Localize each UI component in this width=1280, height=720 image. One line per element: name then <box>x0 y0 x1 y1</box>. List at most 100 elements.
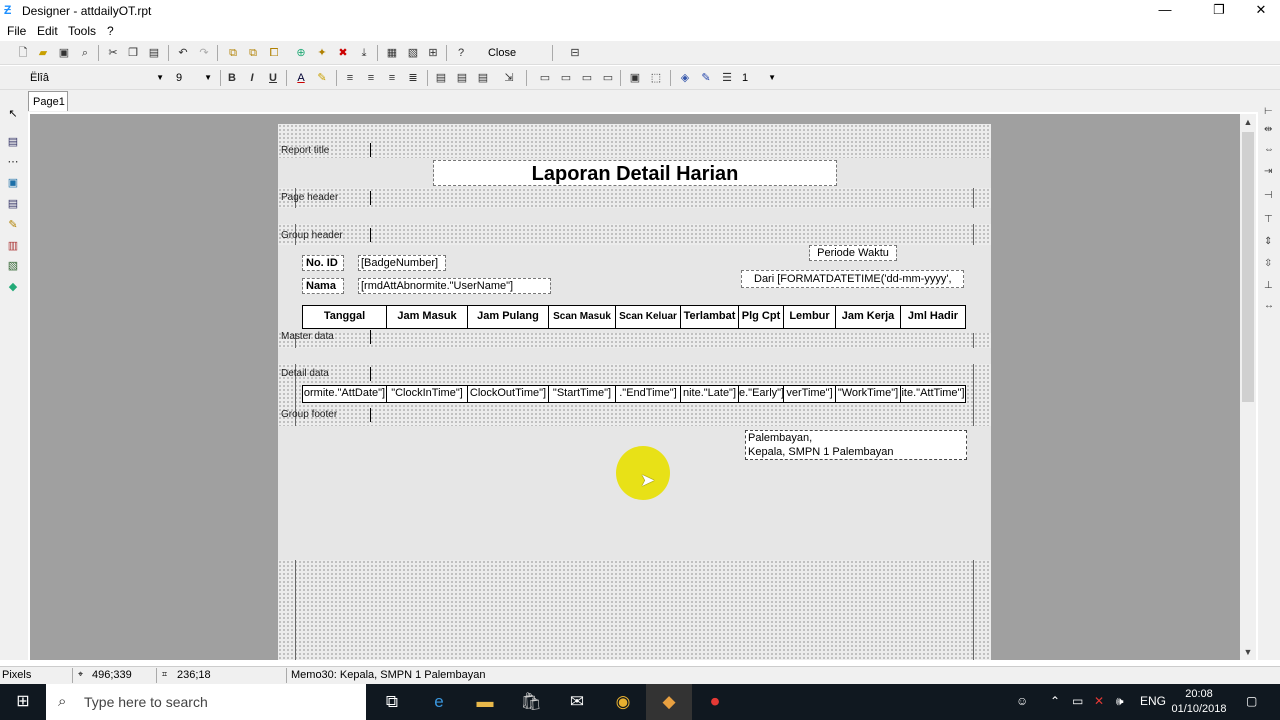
people-icon[interactable]: ☺ <box>1016 694 1028 708</box>
nama-value[interactable]: [rmdAttAbnormite."UserName"] <box>358 278 551 294</box>
volume-icon[interactable]: 🕪 <box>1116 694 1124 709</box>
scroll-down-icon[interactable]: ▼ <box>1240 644 1256 660</box>
bring-front-icon[interactable]: ⧉ <box>224 44 242 62</box>
band-icon[interactable]: ▤ <box>5 134 21 150</box>
nama-label[interactable]: Nama <box>302 278 344 294</box>
redo-icon[interactable]: ↷ <box>195 44 213 62</box>
close-window-button[interactable]: ✕ <box>1238 0 1280 22</box>
restore-button[interactable]: ❐ <box>1196 0 1242 22</box>
report-title-text[interactable]: Laporan Detail Harian <box>433 160 837 186</box>
frame-style-icon[interactable]: ☰ <box>718 69 736 87</box>
center-window-icon[interactable]: ⇔ <box>1264 144 1278 158</box>
footer-memo[interactable]: Palembayan, Kepala, SMPN 1 Palembayan <box>745 430 967 460</box>
align-justify-icon[interactable]: ≣ <box>404 69 422 87</box>
frame-bottom-icon[interactable]: ▭ <box>578 69 596 87</box>
frame-right-icon[interactable]: ▭ <box>599 69 617 87</box>
menu-tools[interactable]: Tools <box>68 24 96 38</box>
align-center-icon[interactable]: ≡ <box>362 69 380 87</box>
no-id-label[interactable]: No. ID <box>302 255 344 271</box>
field-early[interactable]: e."Early"] <box>739 386 784 402</box>
underline-button[interactable]: U <box>264 69 282 87</box>
frame-color-icon[interactable]: ✎ <box>697 69 715 87</box>
open-icon[interactable]: ▰ <box>34 44 52 62</box>
align-top-icon[interactable]: ⊤ <box>1264 214 1278 228</box>
group-icon[interactable]: ⧠ <box>265 44 283 62</box>
page-setup-icon[interactable]: ⤓ <box>355 44 373 62</box>
field-worktime[interactable]: "WorkTime"] <box>836 386 901 402</box>
col-lembur[interactable]: Lembur <box>784 306 836 328</box>
new-page-icon[interactable]: ✦ <box>313 44 331 62</box>
col-jam-kerja[interactable]: Jam Kerja <box>836 306 901 328</box>
mail-icon[interactable]: ✉ <box>554 684 600 720</box>
col-plg-cpt[interactable]: Plg Cpt <box>739 306 784 328</box>
align-left-edges-icon[interactable]: ⊢ <box>1264 106 1278 120</box>
col-jam-masuk[interactable]: Jam Masuk <box>387 306 468 328</box>
align-hcenter-icon[interactable]: ⇹ <box>1264 124 1278 138</box>
new-icon[interactable]: 🗋 <box>14 44 32 62</box>
field-overtime[interactable]: verTime"] <box>784 386 836 402</box>
frame-all-icon[interactable]: ▣ <box>626 69 644 87</box>
col-jml-hadir[interactable]: Jml Hadir <box>901 306 965 328</box>
frame-none-icon[interactable]: ⬚ <box>647 69 665 87</box>
close-designer-button[interactable]: Close <box>480 44 524 62</box>
line-width-select[interactable]: 1 ▼ <box>738 69 778 87</box>
rotate-text-icon[interactable]: ⇲ <box>500 69 518 87</box>
battery-icon[interactable]: ▭ <box>1072 694 1083 708</box>
edge-icon[interactable]: e <box>416 684 462 720</box>
shape-icon[interactable]: ◆ <box>5 279 21 295</box>
delete-page-icon[interactable]: ✖ <box>334 44 352 62</box>
col-scan-keluar[interactable]: Scan Keluar <box>616 306 681 328</box>
taskbar-search[interactable]: ⌕ Type here to search <box>46 684 366 720</box>
picture-icon[interactable]: ▣ <box>5 175 21 191</box>
highlight-icon[interactable]: ✎ <box>313 69 331 87</box>
band-master-data[interactable] <box>278 348 991 364</box>
preview-icon[interactable]: ⌕ <box>76 44 94 62</box>
taskbar-clock[interactable]: 20:08 01/10/2018 <box>1170 687 1228 717</box>
font-name-select[interactable]: Ëlîâ ▼ <box>26 69 166 87</box>
align-right-edges-icon[interactable]: ⊣ <box>1264 190 1278 204</box>
col-jam-pulang[interactable]: Jam Pulang <box>468 306 549 328</box>
field-clockintime[interactable]: "ClockInTime"] <box>387 386 468 402</box>
save-icon[interactable]: ▣ <box>55 44 73 62</box>
align-bottom-icon[interactable]: ⊥ <box>1264 280 1278 294</box>
select-cursor-icon[interactable]: ↖ <box>5 106 21 122</box>
align-left-icon[interactable]: ≡ <box>341 69 359 87</box>
field-clockouttime[interactable]: ClockOutTime"] <box>468 386 549 402</box>
barcode-icon[interactable]: ▥ <box>5 238 21 254</box>
copy-icon[interactable]: ❐ <box>124 44 142 62</box>
field-late[interactable]: nite."Late"] <box>681 386 739 402</box>
periode-label[interactable]: Periode Waktu <box>809 245 897 261</box>
font-size-select[interactable]: 9 ▼ <box>172 69 214 87</box>
subreport-icon[interactable]: ⋯ <box>5 154 21 170</box>
periode-value[interactable]: Dari [FORMATDATETIME('dd-mm-yyyy', <box>741 270 964 288</box>
windows-start-icon[interactable]: ⊞ <box>0 684 46 720</box>
report-page[interactable]: Report title Laporan Detail Harian Page … <box>278 124 991 660</box>
same-width-icon[interactable]: ↔ <box>1264 300 1278 314</box>
scrollbar-thumb[interactable] <box>1242 132 1254 402</box>
col-tanggal[interactable]: Tanggal <box>303 306 387 328</box>
paste-icon[interactable]: ▤ <box>145 44 163 62</box>
grid-icon[interactable]: ▦ <box>383 44 401 62</box>
cut-icon[interactable]: ✂ <box>104 44 122 62</box>
frame-top-icon[interactable]: ▭ <box>536 69 554 87</box>
menu-edit[interactable]: Edit <box>37 24 58 38</box>
line-draw-icon[interactable]: ✎ <box>5 217 21 233</box>
tab-page1[interactable]: Page1 <box>28 91 68 111</box>
field-endtime[interactable]: ."EndTime"] <box>616 386 681 402</box>
space-horizontal-icon[interactable]: ⇥ <box>1264 166 1278 180</box>
store-icon[interactable]: 🛍 <box>508 684 554 720</box>
menu-file[interactable]: File <box>7 24 26 38</box>
valign-bottom-icon[interactable]: ▤ <box>474 69 492 87</box>
align-grid-icon[interactable]: ▧ <box>404 44 422 62</box>
file-explorer-icon[interactable]: ▬ <box>462 684 508 720</box>
field-attdate[interactable]: ormite."AttDate"] <box>303 386 387 402</box>
no-id-value[interactable]: [BadgeNumber] <box>358 255 446 271</box>
font-color-icon[interactable]: A <box>292 69 310 87</box>
text-object-icon[interactable]: ▤ <box>5 196 21 212</box>
chrome-icon[interactable]: ◉ <box>600 684 646 720</box>
tray-chevron-icon[interactable]: ⌃ <box>1050 694 1060 708</box>
minimize-button[interactable]: — <box>1142 0 1188 22</box>
network-icon[interactable]: ✕ <box>1094 694 1104 708</box>
task-view-icon[interactable]: ⧉ <box>369 684 415 720</box>
recorder-icon[interactable]: ⏺ <box>692 684 738 720</box>
